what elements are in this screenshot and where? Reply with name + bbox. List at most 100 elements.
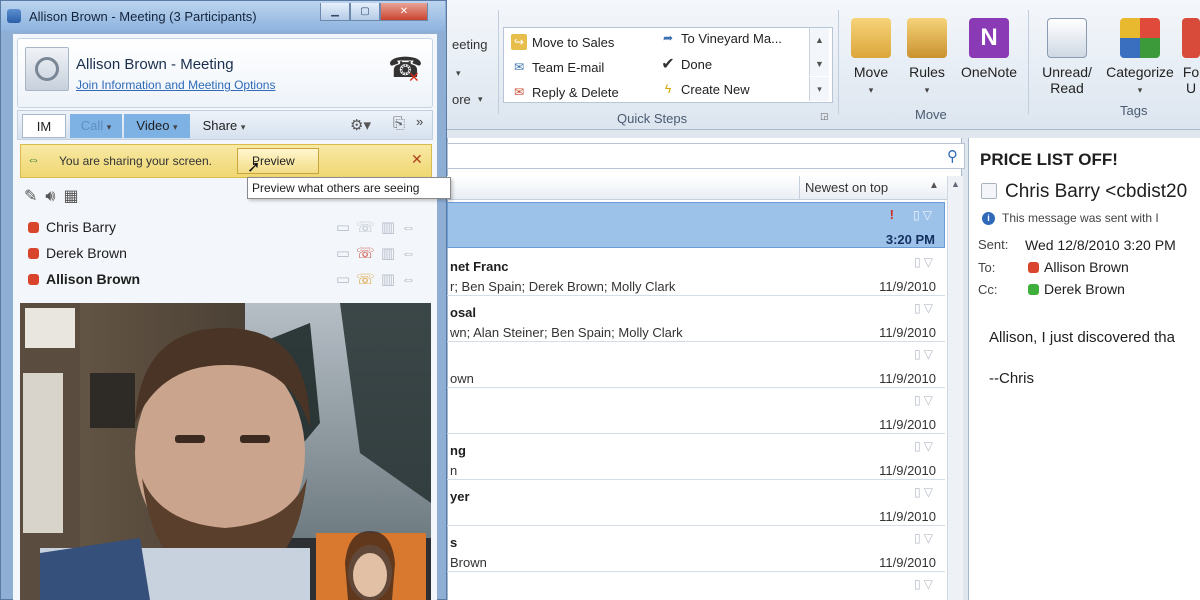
meeting-avatar (25, 47, 69, 91)
reply-delete-icon: ✉ (513, 85, 525, 99)
info-icon: i (982, 212, 995, 225)
list-item[interactable]: osal ▯▽ wn; Alan Steiner; Ben Spain; Mol… (447, 296, 945, 342)
list-item[interactable]: yer ▯▽ 11/9/2010 (447, 480, 945, 526)
cc-value[interactable]: Derek Brown (1044, 281, 1125, 297)
list-item[interactable]: net Franc ▯▽ r; Ben Spain; Derek Brown; … (447, 250, 945, 296)
flag-icon[interactable]: ▯▽ (914, 531, 936, 545)
quick-step-create-new[interactable]: ϟ Create New (660, 81, 750, 97)
participant-row[interactable]: Allison Brown ▭☏▥⇔ (22, 266, 430, 292)
tab-call[interactable]: Call ▾ (70, 114, 122, 138)
participant-status-icons: ▭☏▥⇔ (335, 245, 422, 262)
people-options-icon[interactable]: ⚙▾ (350, 116, 371, 134)
dialpad-icon[interactable]: ▦ (64, 188, 87, 205)
participant-status-icons: ▭☏▥⇔ (335, 271, 422, 288)
tab-share[interactable]: Share ▾ (194, 114, 254, 138)
minimize-button[interactable]: ▁ (320, 3, 350, 21)
flag-icon[interactable]: ▯▽ (914, 439, 936, 453)
message-recipients: own (450, 371, 474, 386)
close-icon: ✕ (399, 6, 409, 17)
speaker-icon[interactable]: 🔊︎ (45, 188, 63, 205)
sort-order-button[interactable]: Newest on top (805, 180, 888, 195)
quick-step-reply-delete[interactable]: ✉ Reply & Delete (511, 84, 619, 100)
cc-label: Cc: (978, 282, 998, 297)
move-button[interactable]: Move ▾ (846, 18, 896, 96)
quick-steps-group-label: Quick Steps (617, 111, 688, 126)
tab-im[interactable]: IM (22, 114, 66, 138)
flag-icon[interactable]: ▯▽ (914, 485, 936, 499)
scroll-up-icon[interactable]: ▲ (951, 179, 960, 189)
chevron-down-icon: ▾ (173, 122, 178, 132)
quick-step-done[interactable]: ✔ Done (660, 56, 712, 73)
quick-step-team-email[interactable]: ✉ Team E-mail (511, 59, 604, 75)
message-recipients: r; Ben Spain; Derek Brown; Molly Clark (450, 279, 676, 294)
ribbon-partial-more[interactable]: ore (452, 92, 471, 107)
chevron-down-icon: ▾ (106, 122, 112, 132)
flag-icon[interactable]: ▯▽ (914, 301, 936, 315)
list-item[interactable]: ▯▽ own 11/9/2010 (447, 342, 945, 388)
flag-icon[interactable]: ▯▽ (913, 208, 935, 222)
column-divider (799, 176, 800, 200)
attachment-icon[interactable]: ⎘ (393, 115, 405, 132)
microphone-icon[interactable]: ✎ (24, 188, 45, 205)
presence-busy-icon (1028, 262, 1039, 273)
meeting-window-titlebar[interactable]: Allison Brown - Meeting (3 Participants)… (1, 1, 445, 31)
participant-name: Derek Brown (46, 245, 127, 261)
unread-read-button[interactable]: Unread/Read (1036, 18, 1098, 96)
rules-button[interactable]: Rules ▾ (902, 18, 952, 96)
flag-icon[interactable]: ▯▽ (914, 577, 936, 591)
join-info-link[interactable]: Join Information and Meeting Options (76, 78, 275, 92)
contact-card-icon[interactable] (981, 183, 997, 199)
end-call-x-icon: ✕ (408, 69, 420, 85)
list-item[interactable]: s ▯▽ Brown 11/9/2010 (447, 526, 945, 572)
quick-steps-expand[interactable]: ▾ (809, 77, 829, 101)
message-date: 11/9/2010 (879, 509, 936, 524)
envelope-icon (1047, 18, 1087, 58)
maximize-icon: ▢ (360, 6, 370, 17)
search-icon[interactable]: ⚲ (947, 147, 958, 165)
quick-steps-scroll-up[interactable]: ▲ (809, 28, 829, 52)
close-button[interactable]: ✕ (380, 3, 428, 21)
quick-step-move-to-sales[interactable]: ↪ Move to Sales (511, 34, 614, 50)
reading-pane: PRICE LIST OFF! Chris Barry <cbdist20 i … (968, 138, 1200, 600)
sort-arrow-icon[interactable]: ▲ (929, 180, 939, 191)
checkmark-icon: ✔ (661, 56, 675, 73)
stop-sharing-close-icon[interactable]: ✕ (411, 151, 423, 168)
selected-message-row[interactable]: ! ▯▽ 3:20 PM (447, 202, 945, 248)
message-signature: --Chris (989, 370, 1034, 387)
audio-controls: ✎🔊︎▦ (24, 186, 87, 206)
quick-step-to-vineyard[interactable]: ➦ To Vineyard Ma... (660, 30, 782, 46)
message-info-bar[interactable]: This message was sent with I (1002, 211, 1159, 225)
flag-icon[interactable]: ▯▽ (914, 393, 936, 407)
search-input[interactable]: ⚲ (447, 143, 965, 169)
message-sender: yer (450, 489, 470, 504)
preview-tooltip: Preview what others are seeing (247, 177, 451, 199)
to-value[interactable]: Allison Brown (1044, 259, 1129, 275)
participant-status-icons: ▭☏▥⇔ (335, 219, 422, 236)
participant-row[interactable]: Derek Brown ▭☏▥⇔ (22, 240, 430, 266)
flag-icon[interactable]: ▯▽ (914, 347, 936, 361)
meeting-title: Allison Brown - Meeting (76, 56, 234, 73)
dialog-launcher-icon[interactable]: ◲ (820, 111, 829, 122)
flag-icon[interactable]: ▯▽ (914, 255, 936, 269)
onenote-button[interactable]: N OneNote (956, 18, 1022, 80)
message-list-scrollbar[interactable]: ▲ (947, 176, 963, 600)
quick-steps-scroll-down[interactable]: ▼ (809, 52, 829, 76)
message-date: 11/9/2010 (879, 463, 936, 478)
message-date: 11/9/2010 (879, 325, 936, 340)
message-date: 11/9/2010 (879, 417, 936, 432)
list-item[interactable]: ▯▽ (447, 572, 945, 600)
message-date: 11/9/2010 (879, 279, 936, 294)
follow-up-button[interactable]: Fo U (1182, 18, 1200, 96)
presence-busy-icon (28, 222, 39, 233)
tab-video[interactable]: Video ▾ (124, 114, 190, 138)
more-options-icon[interactable]: » (416, 114, 423, 129)
ribbon-partial-meeting[interactable]: eeting (452, 37, 487, 52)
message-from[interactable]: Chris Barry <cbdist20 (1005, 181, 1187, 203)
window-title: Allison Brown - Meeting (3 Participants) (29, 9, 257, 24)
categorize-button[interactable]: Categorize ▾ (1100, 18, 1180, 96)
list-item[interactable]: ▯▽ 11/9/2010 (447, 388, 945, 434)
maximize-button[interactable]: ▢ (350, 3, 380, 21)
participant-name: Allison Brown (46, 271, 141, 287)
participant-row[interactable]: Chris Barry ▭☏▥⇔ (22, 214, 430, 240)
list-item[interactable]: ng ▯▽ n 11/9/2010 (447, 434, 945, 480)
